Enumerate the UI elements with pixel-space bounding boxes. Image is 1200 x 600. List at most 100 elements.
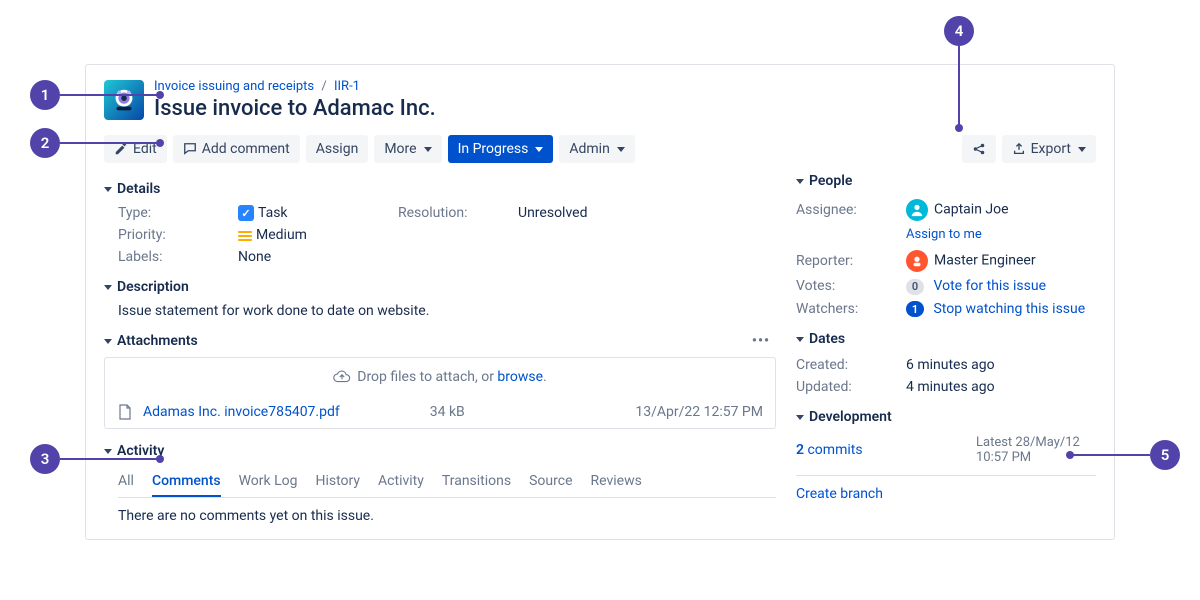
labels-label: Labels: <box>118 249 238 265</box>
votes-count-badge: 0 <box>906 279 924 295</box>
tab-worklog[interactable]: Work Log <box>239 467 298 497</box>
chevron-down-icon <box>104 187 112 192</box>
breadcrumb-project-link[interactable]: Invoice issuing and receipts <box>154 79 314 94</box>
export-icon <box>1012 142 1026 156</box>
no-comments-text: There are no comments yet on this issue. <box>118 508 776 524</box>
status-button[interactable]: In Progress <box>448 135 554 163</box>
priority-label: Priority: <box>118 227 238 243</box>
reporter-label: Reporter: <box>796 253 906 269</box>
priority-value: Medium <box>238 227 398 243</box>
chevron-down-icon <box>617 147 625 152</box>
people-section-toggle[interactable]: People <box>796 173 1096 189</box>
add-comment-button[interactable]: Add comment <box>173 135 300 163</box>
share-icon <box>972 142 986 156</box>
chevron-down-icon <box>796 179 804 184</box>
issue-title: Issue invoice to Adamac Inc. <box>154 96 436 121</box>
export-button[interactable]: Export <box>1002 135 1096 163</box>
export-label: Export <box>1031 141 1071 157</box>
attachments-section-toggle[interactable]: Attachments <box>104 333 198 349</box>
attachment-row: Adamas Inc. invoice785407.pdf 34 kB 13/A… <box>105 396 775 428</box>
issue-panel: Invoice issuing and receipts / IIR-1 Iss… <box>85 64 1115 540</box>
updated-label: Updated: <box>796 379 906 395</box>
project-icon <box>104 80 144 120</box>
commits-link[interactable]: 2 commits <box>796 442 863 458</box>
tab-activity[interactable]: Activity <box>378 467 424 497</box>
more-button[interactable]: More <box>374 135 441 163</box>
description-text: Issue statement for work done to date on… <box>118 303 776 319</box>
activity-section-toggle[interactable]: Activity <box>104 443 776 459</box>
created-value: 6 minutes ago <box>906 357 995 373</box>
annotation-2: 2 <box>30 128 60 158</box>
updated-value: 4 minutes ago <box>906 379 995 395</box>
more-label: More <box>384 141 416 157</box>
cloud-upload-icon <box>333 368 351 386</box>
people-section-title: People <box>809 173 852 189</box>
chevron-down-icon <box>104 339 112 344</box>
attachment-size: 34 kB <box>430 404 465 420</box>
attachment-filename-link[interactable]: Adamas Inc. invoice785407.pdf <box>143 404 340 420</box>
chevron-down-icon <box>1078 147 1086 152</box>
attachments-dropzone[interactable]: Drop files to attach, or browse. Adamas … <box>104 357 776 429</box>
priority-medium-icon <box>238 229 252 243</box>
tab-reviews[interactable]: Reviews <box>591 467 642 497</box>
details-section-toggle[interactable]: Details <box>104 181 776 197</box>
type-label: Type: <box>118 205 238 221</box>
tab-transitions[interactable]: Transitions <box>442 467 511 497</box>
share-button[interactable] <box>962 135 996 163</box>
tab-all[interactable]: All <box>118 467 134 497</box>
chevron-down-icon <box>535 147 543 152</box>
browse-link[interactable]: browse <box>497 369 543 385</box>
chevron-down-icon <box>104 285 112 290</box>
project-avatar-icon <box>109 85 139 115</box>
dates-section-title: Dates <box>809 331 845 347</box>
resolution-label: Resolution: <box>398 205 518 221</box>
assign-button[interactable]: Assign <box>306 135 369 163</box>
dates-section-toggle[interactable]: Dates <box>796 331 1096 347</box>
attachments-section-title: Attachments <box>117 333 198 349</box>
chevron-down-icon <box>104 449 112 454</box>
tab-comments[interactable]: Comments <box>152 467 221 497</box>
vote-link[interactable]: Vote for this issue <box>933 278 1046 294</box>
breadcrumb: Invoice issuing and receipts / IIR-1 <box>154 79 436 94</box>
development-section-toggle[interactable]: Development <box>796 409 1096 425</box>
assignee-value: Captain Joe <box>906 199 1009 221</box>
pencil-icon <box>114 142 128 156</box>
file-icon <box>117 404 133 420</box>
avatar-icon <box>910 203 924 217</box>
attachment-date: 13/Apr/22 12:57 PM <box>635 404 763 420</box>
tab-history[interactable]: History <box>316 467 361 497</box>
watchers-count-badge: 1 <box>906 301 924 317</box>
breadcrumb-issue-key-link[interactable]: IIR-1 <box>334 79 360 94</box>
annotation-5: 5 <box>1150 440 1180 470</box>
details-section-title: Details <box>117 181 160 197</box>
task-icon <box>238 205 254 221</box>
annotation-3: 3 <box>30 444 60 474</box>
annotation-1: 1 <box>30 80 60 110</box>
comment-icon <box>183 142 197 156</box>
breadcrumb-separator: / <box>321 79 326 94</box>
assign-to-me-link[interactable]: Assign to me <box>906 227 982 242</box>
chevron-down-icon <box>424 147 432 152</box>
tab-source[interactable]: Source <box>529 467 572 497</box>
attachments-menu-button[interactable]: ••• <box>752 333 776 349</box>
annotation-4: 4 <box>944 16 974 46</box>
chevron-down-icon <box>796 337 804 342</box>
admin-button[interactable]: Admin <box>559 135 634 163</box>
reporter-value: Master Engineer <box>906 250 1036 272</box>
votes-label: Votes: <box>796 278 906 294</box>
description-section-toggle[interactable]: Description <box>104 279 776 295</box>
create-branch-link[interactable]: Create branch <box>796 486 883 502</box>
created-label: Created: <box>796 357 906 373</box>
dropzone-hint: Drop files to attach, or browse. <box>357 369 547 385</box>
development-section-title: Development <box>809 409 892 425</box>
watchers-label: Watchers: <box>796 301 906 317</box>
type-value: Task <box>238 205 398 221</box>
latest-commit-time: Latest 28/May/1210:57 PM <box>976 435 1096 465</box>
status-label: In Progress <box>458 141 529 157</box>
chevron-down-icon <box>796 415 804 420</box>
avatar-icon <box>910 254 924 268</box>
watchers-link[interactable]: Stop watching this issue <box>933 301 1085 317</box>
resolution-value: Unresolved <box>518 205 638 221</box>
labels-value: None <box>238 249 398 265</box>
description-section-title: Description <box>117 279 189 295</box>
